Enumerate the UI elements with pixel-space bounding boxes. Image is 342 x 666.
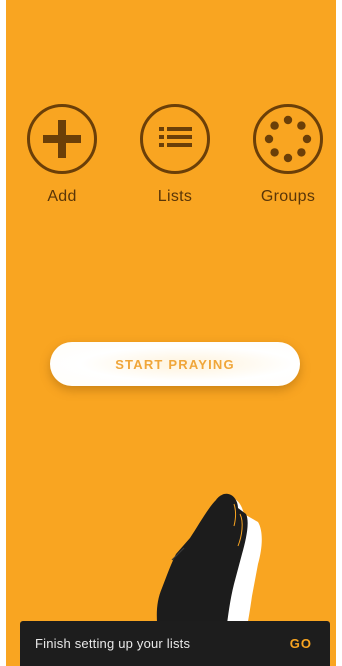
add-action[interactable]: Add bbox=[20, 104, 104, 206]
add-label: Add bbox=[47, 188, 77, 205]
groups-circle[interactable] bbox=[253, 104, 323, 174]
dots-circle-icon bbox=[264, 115, 312, 163]
groups-label: Groups bbox=[260, 188, 316, 205]
start-praying-button[interactable]: START PRAYING bbox=[50, 342, 300, 386]
snackbar-message: Finish setting up your lists bbox=[35, 636, 191, 651]
lists-action[interactable]: Lists bbox=[133, 104, 217, 206]
praying-hands-icon bbox=[156, 493, 262, 632]
list-icon bbox=[159, 127, 192, 147]
lists-circle[interactable] bbox=[140, 104, 210, 174]
setup-snackbar: Finish setting up your lists GO bbox=[20, 621, 330, 666]
add-circle[interactable] bbox=[27, 104, 97, 174]
groups-action[interactable]: Groups bbox=[246, 104, 330, 206]
home-screen: Add Lists Groups START PRAYING Finish se… bbox=[6, 0, 336, 666]
plus-icon bbox=[43, 120, 81, 158]
snackbar-go-button[interactable]: GO bbox=[290, 636, 312, 651]
lists-label: Lists bbox=[157, 188, 193, 205]
